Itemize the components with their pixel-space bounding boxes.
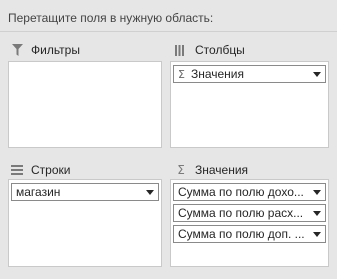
values-drop-area[interactable]: Сумма по полю дохо... Сумма по полю расх… [170,179,329,267]
field-label: Значения [190,67,244,81]
chevron-down-icon[interactable] [142,189,158,195]
filters-area-header: Фильтры [10,42,80,58]
rows-field-store[interactable]: магазин [11,183,159,201]
sigma-icon: Σ [178,67,185,81]
values-field-2[interactable]: Сумма по полю расх... [173,204,326,222]
columns-icon [174,43,188,57]
chevron-down-icon[interactable] [309,71,325,77]
field-label: Сумма по полю дохо... [178,185,304,199]
field-label: Сумма по полю доп. ... [178,227,305,241]
chevron-down-icon[interactable] [309,189,325,195]
values-area-title: Значения [195,163,249,177]
filters-drop-area[interactable] [8,61,162,148]
rows-icon [10,163,24,177]
columns-area-title: Столбцы [195,43,245,57]
chevron-down-icon[interactable] [309,210,325,216]
field-label: Сумма по полю расх... [178,206,304,220]
values-area-header: Σ Значения [174,162,248,178]
sigma-icon: Σ [177,163,185,177]
filters-area-title: Фильтры [31,43,80,57]
field-label: магазин [16,185,61,199]
columns-drop-area[interactable]: Σ Значения [170,61,329,148]
rows-area-header: Строки [10,162,70,178]
filter-icon [10,43,24,57]
rows-area-title: Строки [31,163,71,177]
divider [0,31,337,32]
columns-field-values[interactable]: Σ Значения [173,65,326,83]
chevron-down-icon[interactable] [309,231,325,237]
rows-drop-area[interactable]: магазин [8,179,162,267]
columns-area-header: Столбцы [174,42,245,58]
values-field-1[interactable]: Сумма по полю дохо... [173,183,326,201]
instruction-text: Перетащите поля в нужную область: [8,11,214,25]
values-field-3[interactable]: Сумма по полю доп. ... [173,225,326,243]
